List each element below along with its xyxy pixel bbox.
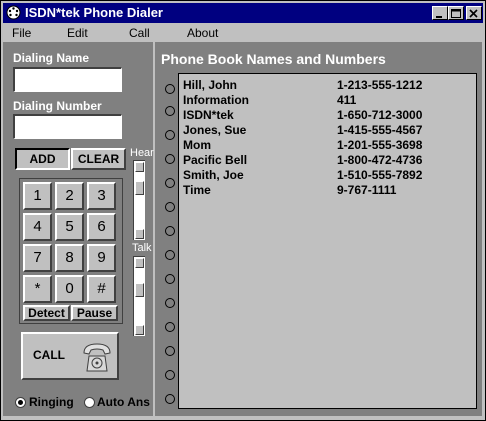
add-button[interactable]: ADD [15, 148, 70, 170]
dialing-number-input[interactable] [13, 114, 122, 139]
binder-hole [165, 84, 175, 94]
binder-hole [165, 298, 175, 308]
pause-button[interactable]: Pause [71, 305, 118, 321]
menu-call[interactable]: Call [129, 26, 150, 40]
hear-down-button[interactable] [135, 229, 144, 239]
key-4[interactable]: 4 [23, 213, 52, 241]
ringing-radio[interactable] [15, 397, 26, 408]
key-0[interactable]: 0 [55, 275, 84, 303]
binder-hole [165, 370, 175, 380]
app-window: ISDN*tek Phone Dialer File Edit Call Abo… [0, 0, 486, 421]
auto-answer-label[interactable]: Auto Ans [97, 395, 150, 409]
ringing-label[interactable]: Ringing [29, 395, 74, 409]
entry-name: Time [183, 183, 211, 197]
entry-name: Jones, Sue [183, 123, 247, 137]
binder-hole [165, 154, 175, 164]
keypad: 1 2 3 4 5 6 7 8 9 * 0 # Detect Pause [19, 178, 123, 324]
entry-name: Hill, John [183, 78, 237, 92]
menu-edit[interactable]: Edit [67, 26, 88, 40]
detect-button[interactable]: Detect [23, 305, 70, 321]
binder-hole [165, 106, 175, 116]
close-icon [469, 9, 478, 18]
phonebook-panel: Phone Book Names and Numbers Hill, John 1… [155, 42, 482, 416]
binder-hole [165, 202, 175, 212]
talk-down-button[interactable] [135, 325, 144, 335]
entry-number: 411 [337, 93, 357, 107]
entry-name: Smith, Joe [183, 168, 244, 182]
talk-slider-thumb[interactable] [135, 283, 144, 297]
binder-hole [165, 346, 175, 356]
key-2[interactable]: 2 [55, 182, 84, 210]
key-9[interactable]: 9 [87, 244, 116, 272]
maximize-button[interactable] [448, 6, 464, 20]
telephone-icon [83, 343, 111, 372]
dialing-name-label: Dialing Name [13, 51, 90, 65]
radio-selected-dot [18, 400, 23, 405]
key-hash[interactable]: # [87, 275, 116, 303]
minimize-icon [436, 16, 442, 18]
binder-hole [165, 130, 175, 140]
window-title: ISDN*tek Phone Dialer [25, 5, 163, 20]
entry-name: Pacific Bell [183, 153, 248, 167]
dialer-panel: Dialing Name Dialing Number ADD CLEAR 1 … [3, 42, 154, 416]
binder-hole [165, 178, 175, 188]
entry-name: ISDN*tek [183, 108, 234, 122]
key-1[interactable]: 1 [23, 182, 52, 210]
menu-about[interactable]: About [187, 26, 218, 40]
binder-hole [165, 274, 175, 284]
entry-name: Information [183, 93, 249, 107]
key-5[interactable]: 5 [55, 213, 84, 241]
binder-hole [165, 250, 175, 260]
key-star[interactable]: * [23, 275, 52, 303]
phonebook-title: Phone Book Names and Numbers [161, 51, 386, 67]
binder-hole [165, 322, 175, 332]
entry-name: Mom [183, 138, 211, 152]
phonebook-list[interactable]: Hill, John 1-213-555-1212 Information 411 … [178, 73, 477, 409]
close-button[interactable] [466, 6, 482, 20]
dialing-number-label: Dialing Number [13, 99, 102, 113]
minimize-button[interactable] [432, 6, 448, 20]
key-6[interactable]: 6 [87, 213, 116, 241]
hear-up-button[interactable] [135, 162, 144, 172]
entry-number: 1-201-555-3698 [337, 138, 423, 152]
binder-hole [165, 226, 175, 236]
key-8[interactable]: 8 [55, 244, 84, 272]
hear-volume-slider[interactable] [133, 160, 145, 240]
maximize-icon [451, 9, 461, 18]
title-bar[interactable]: ISDN*tek Phone Dialer [3, 3, 483, 23]
entry-number: 9-767-1111 [337, 183, 397, 197]
entry-number: 1-415-555-4567 [337, 123, 423, 137]
entry-number: 1-650-712-3000 [337, 108, 423, 122]
talk-label: Talk [132, 242, 152, 254]
hear-slider-thumb[interactable] [135, 181, 144, 195]
key-7[interactable]: 7 [23, 244, 52, 272]
auto-answer-radio[interactable] [84, 397, 95, 408]
key-3[interactable]: 3 [87, 182, 116, 210]
clear-button[interactable]: CLEAR [71, 148, 126, 170]
entry-number: 1-510-555-7892 [337, 168, 423, 182]
call-button[interactable]: CALL [21, 332, 119, 380]
menu-file[interactable]: File [12, 26, 31, 40]
talk-volume-slider[interactable] [133, 256, 145, 336]
menu-bar: File Edit Call About [3, 24, 483, 41]
talk-up-button[interactable] [135, 258, 144, 268]
entry-number: 1-800-472-4736 [337, 153, 423, 167]
entry-number: 1-213-555-1212 [337, 78, 423, 92]
binder-hole [165, 394, 175, 404]
dialing-name-input[interactable] [13, 67, 122, 92]
hear-label: Hear [130, 147, 154, 159]
phone-dial-icon[interactable] [6, 5, 21, 20]
call-button-label: CALL [33, 348, 65, 362]
